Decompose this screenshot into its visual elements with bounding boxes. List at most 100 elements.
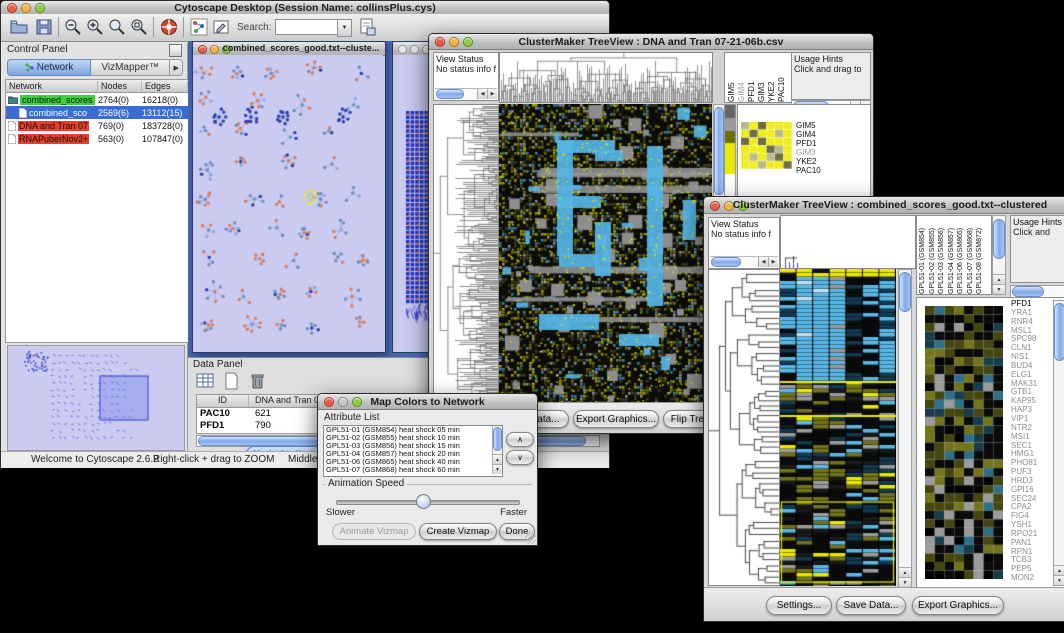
- attribute-grid-icon[interactable]: [196, 372, 214, 395]
- zoom-in-icon[interactable]: [85, 17, 105, 37]
- search-dropdown-arrow[interactable]: ▼: [337, 19, 352, 37]
- scroll-down-arrow[interactable]: ▼: [493, 464, 502, 474]
- scroll-up-arrow[interactable]: ▲: [493, 454, 502, 464]
- create-vizmap-button[interactable]: Create Vizmap: [419, 523, 497, 540]
- scroll-left-arrow[interactable]: ◀: [477, 89, 487, 99]
- zoom-out-icon[interactable]: [63, 17, 83, 37]
- tv2-usage-hints-panel: Usage Hints Click and: [1010, 215, 1064, 283]
- heatmap-main[interactable]: [499, 104, 712, 403]
- network-row-combined-scores[interactable]: combined_scores 2764(0) 16218(0): [6, 93, 188, 106]
- scrollbar-thumb[interactable]: [993, 219, 1005, 259]
- map-colors-dialog: Map Colors to Network Attribute List GPL…: [317, 393, 538, 546]
- search-input[interactable]: [275, 19, 339, 35]
- network-canvas[interactable]: [193, 55, 383, 350]
- scrollbar-thumb[interactable]: [1012, 286, 1044, 297]
- zoom-heatmap[interactable]: [925, 306, 1003, 579]
- zoom-fit-icon[interactable]: [129, 17, 149, 37]
- overview-canvas[interactable]: [8, 346, 182, 448]
- animate-vizmap-label: Animate Vizmap: [340, 526, 409, 537]
- move-down-button[interactable]: ∨: [506, 450, 534, 465]
- scroll-down-arrow[interactable]: ▼: [899, 577, 911, 587]
- column-label: GPL51-06 (GSM865): [957, 216, 966, 294]
- scroll-right-arrow[interactable]: ▶: [487, 89, 497, 99]
- scroll-left-arrow[interactable]: ◀: [758, 257, 768, 267]
- row-dendrogram[interactable]: [708, 269, 780, 586]
- annotation-icon[interactable]: [211, 17, 231, 37]
- tv2-vscrollbar[interactable]: ▲▼: [898, 269, 912, 588]
- treeview2-titlebar[interactable]: ClusterMaker TreeView : combined_scores_…: [704, 197, 1064, 214]
- tab-network[interactable]: Network: [7, 59, 91, 76]
- network-row-rnapuber[interactable]: RNAPuberNov2+ 563(0) 107847(0): [6, 132, 188, 145]
- float-panel-icon[interactable]: [169, 44, 182, 57]
- scroll-up-arrow[interactable]: ▲: [899, 567, 911, 577]
- export-graphics-button[interactable]: Export Graphics...: [912, 596, 1004, 615]
- col-network: Network: [6, 81, 98, 91]
- tab-vizmapper[interactable]: VizMapper™: [91, 59, 170, 76]
- zoom-selected-icon[interactable]: [107, 17, 127, 37]
- faster-label: Faster: [500, 507, 527, 518]
- tab-overflow-arrow[interactable]: ▶: [170, 59, 183, 76]
- scroll-down-arrow[interactable]: ▼: [993, 284, 1005, 294]
- scrollbar-thumb[interactable]: [711, 257, 741, 267]
- close-button[interactable]: [398, 45, 407, 54]
- attribute-list-label: Attribute List: [324, 412, 380, 423]
- column-dendrogram[interactable]: [780, 215, 916, 269]
- scrollbar-thumb[interactable]: [436, 89, 464, 99]
- attribute-items: GPL51-01 (GSM854) heat shock 05 minGPL51…: [324, 426, 502, 474]
- edges-count: 183728(0): [142, 121, 188, 131]
- list-vscrollbar[interactable]: ▲▼: [492, 426, 502, 474]
- file-icon: [8, 121, 16, 131]
- treeview1-titlebar[interactable]: ClusterMaker TreeView : DNA and Tran 07-…: [429, 34, 873, 50]
- new-attribute-icon[interactable]: [222, 372, 240, 395]
- scrollbar-thumb[interactable]: [493, 427, 502, 451]
- column-label: YKE2: [767, 53, 776, 102]
- network-row-selected[interactable]: combined_sco 2569(6) 13112(15): [6, 106, 188, 119]
- network-module-icon[interactable]: [189, 17, 209, 37]
- column-label: GIM3: [757, 53, 766, 102]
- status-welcome: Welcome to Cytoscape 2.6.2: [31, 454, 159, 465]
- move-down-label: ∨: [517, 453, 523, 462]
- move-up-button[interactable]: ∧: [506, 432, 534, 447]
- export-graphics-button[interactable]: Export Graphics...: [573, 410, 659, 428]
- edges-count: 13112(15): [142, 108, 188, 118]
- zoom-heatmap[interactable]: [741, 122, 792, 169]
- view-status-hscrollbar[interactable]: ◀▶: [435, 88, 497, 99]
- save-data-button[interactable]: Save Data...: [836, 596, 906, 615]
- network-view-1-titlebar[interactable]: combined_scores_good.txt--cluste...: [193, 42, 385, 56]
- column-dendrogram[interactable]: [499, 52, 713, 103]
- attribute-listbox[interactable]: GPL51-01 (GSM854) heat shock 05 minGPL51…: [323, 425, 503, 477]
- scroll-up-arrow[interactable]: ▲: [1054, 565, 1064, 575]
- scroll-down-arrow[interactable]: ▼: [1054, 575, 1064, 585]
- column-label: PAC10: [777, 53, 786, 102]
- scrollbar-thumb[interactable]: [714, 107, 724, 195]
- network-row-dna-tran[interactable]: DNA and Tran 07 769(0) 183728(0): [6, 119, 188, 132]
- resize-grip[interactable]: [525, 533, 536, 544]
- tv2-labels-list-vscrollbar[interactable]: ▲▼: [1053, 300, 1064, 586]
- view-status-hscrollbar[interactable]: ◀▶: [710, 256, 778, 267]
- scrollbar-thumb[interactable]: [899, 272, 911, 312]
- row-dendrogram[interactable]: [433, 104, 499, 403]
- main-titlebar[interactable]: Cytoscape Desktop (Session Name: collins…: [1, 1, 609, 15]
- minimize-button[interactable]: [410, 45, 419, 54]
- import-table-icon[interactable]: [357, 17, 377, 37]
- heatmap-main[interactable]: [780, 269, 896, 586]
- tv2-labels-vscrollbar[interactable]: ▲▼: [992, 215, 1006, 295]
- dialog-titlebar[interactable]: Map Colors to Network: [318, 394, 537, 410]
- settings-button[interactable]: Settings...: [766, 596, 832, 615]
- network-table-header: Network Nodes Edges: [6, 80, 188, 93]
- column-label: PFD1: [747, 53, 756, 102]
- attribute-item[interactable]: GPL51-07 (GSM868) heat shock 60 min: [324, 466, 502, 474]
- help-lifesaver-icon[interactable]: [159, 17, 179, 37]
- delete-attribute-icon[interactable]: [248, 372, 266, 395]
- scroll-up-arrow[interactable]: ▲: [993, 274, 1005, 284]
- birds-eye-view[interactable]: [7, 345, 185, 451]
- scrollbar-thumb[interactable]: [1054, 303, 1064, 361]
- usage-hints-text: Click and: [1011, 227, 1064, 237]
- speed-slider-thumb[interactable]: [416, 494, 431, 509]
- view-status-text: No status info f: [434, 64, 498, 74]
- scroll-right-arrow[interactable]: ▶: [768, 257, 778, 267]
- save-icon[interactable]: [34, 17, 54, 37]
- view-status-title: View Status: [434, 53, 498, 64]
- open-file-icon[interactable]: [9, 17, 29, 37]
- control-panel-title: Control Panel: [7, 44, 68, 55]
